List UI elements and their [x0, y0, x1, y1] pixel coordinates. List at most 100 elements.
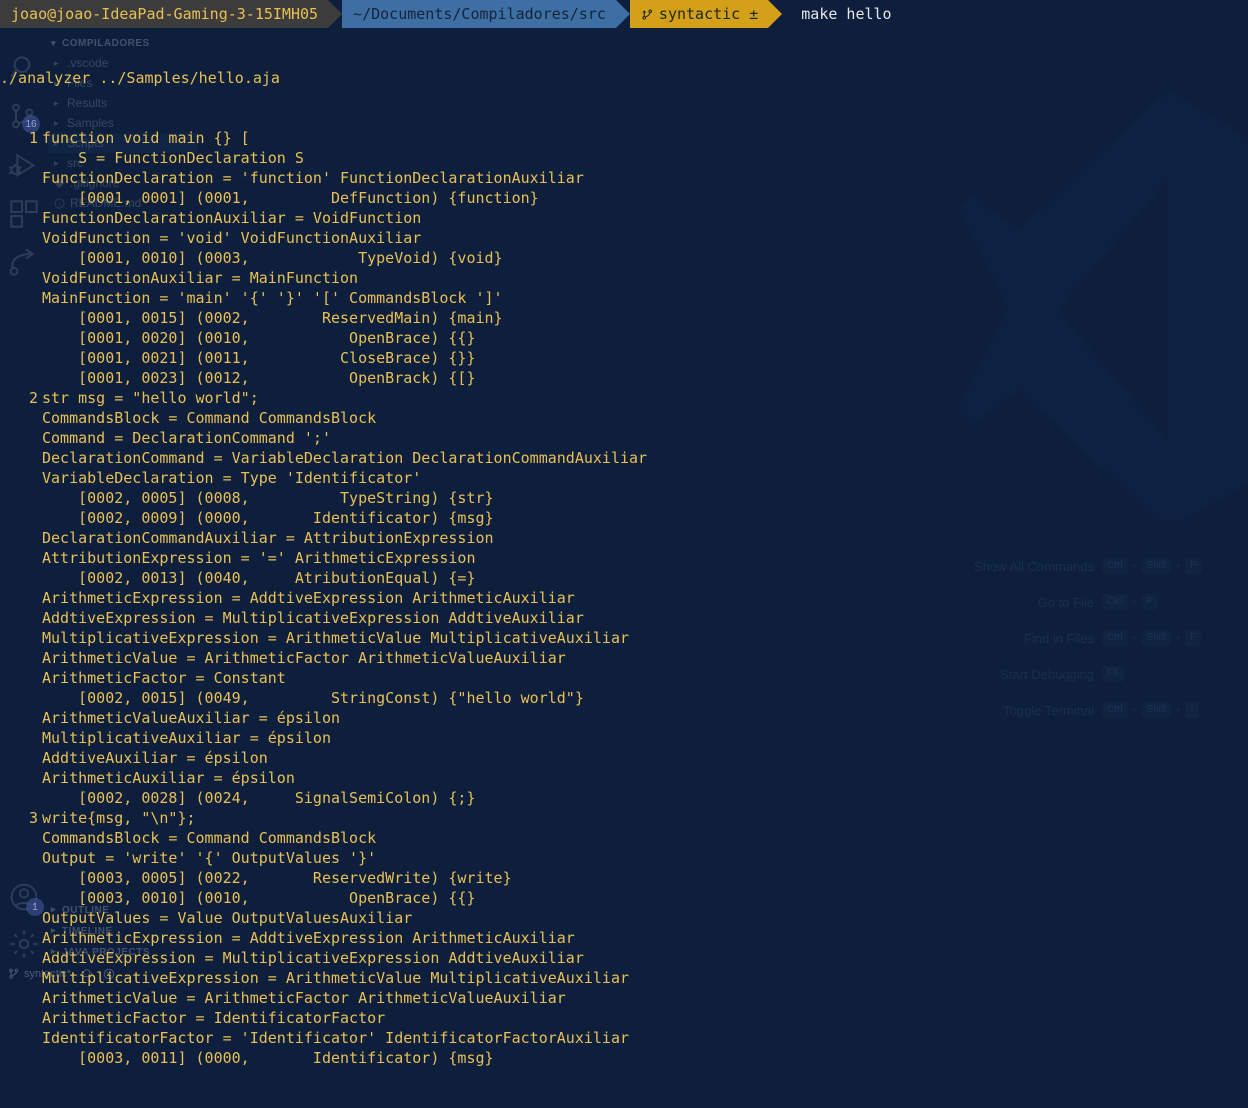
line-text: [0002, 0028] (0024, SignalSemiColon) {;}: [42, 789, 476, 807]
prompt-user-label: joao@joao-IdeaPad-Gaming-3-15IMH05: [11, 5, 319, 23]
prompt-command: make hello: [790, 0, 901, 28]
terminal-line: ArithmeticFactor = Constant: [0, 668, 1248, 688]
terminal-line: Command = DeclarationCommand ';': [0, 428, 1248, 448]
line-text: [0001, 0023] (0012, OpenBrack) {[}: [42, 369, 476, 387]
line-number: [0, 788, 42, 808]
terminal-line: [0001, 0001] (0001, DefFunction) {functi…: [0, 188, 1248, 208]
terminal-line: [0003, 0005] (0022, ReservedWrite) {writ…: [0, 868, 1248, 888]
line-text: function void main {} [: [42, 129, 250, 147]
line-text: AddtiveExpression = MultiplicativeExpres…: [42, 949, 584, 967]
git-branch-icon: [642, 8, 652, 20]
line-text: S = FunctionDeclaration S: [42, 149, 304, 167]
line-number: [0, 768, 42, 788]
terminal-line: ArithmeticValueAuxiliar = épsilon: [0, 708, 1248, 728]
terminal-command-echo: ./analyzer ../Samples/hello.aja: [0, 69, 280, 87]
terminal-line: MultiplicativeAuxiliar = épsilon: [0, 728, 1248, 748]
terminal-line: CommandsBlock = Command CommandsBlock: [0, 408, 1248, 428]
line-text: [0002, 0013] (0040, AtributionEqual) {=}: [42, 569, 476, 587]
line-number: [0, 688, 42, 708]
line-text: str msg = "hello world";: [42, 389, 259, 407]
terminal-line: [0003, 0011] (0000, Identificator) {msg}: [0, 1048, 1248, 1068]
prompt-segment-path: ~/Documents/Compiladores/src: [342, 0, 630, 28]
terminal-line: ArithmeticValue = ArithmeticFactor Arith…: [0, 648, 1248, 668]
terminal-line: [0002, 0005] (0008, TypeString) {str}: [0, 488, 1248, 508]
line-number: [0, 748, 42, 768]
terminal-line: ArithmeticValue = ArithmeticFactor Arith…: [0, 988, 1248, 1008]
line-number: [0, 308, 42, 328]
terminal-line: [0002, 0013] (0040, AtributionEqual) {=}: [0, 568, 1248, 588]
line-text: DeclarationCommand = VariableDeclaration…: [42, 449, 648, 467]
terminal-line: 2 str msg = "hello world";: [0, 388, 1248, 408]
terminal-output-lines: 1 function void main {} [ S = FunctionDec…: [0, 128, 1248, 1068]
terminal-line: ArithmeticExpression = AddtiveExpression…: [0, 588, 1248, 608]
line-number: [0, 508, 42, 528]
line-number: [0, 188, 42, 208]
line-text: VoidFunction = 'void' VoidFunctionAuxili…: [42, 229, 422, 247]
terminal-line: [0001, 0015] (0002, ReservedMain) {main}: [0, 308, 1248, 328]
terminal-line: 3 write{msg, "\n"};: [0, 808, 1248, 828]
line-text: [0001, 0021] (0011, CloseBrace) {}}: [42, 349, 476, 367]
line-number: [0, 248, 42, 268]
line-text: AddtiveExpression = MultiplicativeExpres…: [42, 609, 584, 627]
line-text: [0003, 0010] (0010, OpenBrace) {{}: [42, 889, 476, 907]
terminal-line: ArithmeticFactor = IdentificatorFactor: [0, 1008, 1248, 1028]
line-number: 1: [28, 129, 38, 147]
line-text: MainFunction = 'main' '{' '}' '[' Comman…: [42, 289, 503, 307]
line-text: [0003, 0011] (0000, Identificator) {msg}: [42, 1049, 494, 1067]
line-number: [0, 348, 42, 368]
line-number: [0, 1028, 42, 1048]
line-number: [0, 288, 42, 308]
line-text: ArithmeticAuxiliar = épsilon: [42, 769, 295, 787]
line-number: [0, 488, 42, 508]
line-text: ArithmeticValueAuxiliar = épsilon: [42, 709, 341, 727]
terminal-line: MultiplicativeExpression = ArithmeticVal…: [0, 968, 1248, 988]
line-number: [0, 968, 42, 988]
terminal-line: [0001, 0023] (0012, OpenBrack) {[}: [0, 368, 1248, 388]
line-number: [0, 548, 42, 568]
line-text: [0001, 0015] (0002, ReservedMain) {main}: [42, 309, 503, 327]
line-number: [0, 148, 42, 168]
line-number: [0, 988, 42, 1008]
prompt-command-label: make hello: [801, 5, 892, 23]
prompt-segment-git: syntactic ±: [629, 0, 783, 28]
line-text: DeclarationCommandAuxiliar = Attribution…: [42, 529, 494, 547]
prompt-arrow-user: [328, 0, 343, 28]
terminal-line: Output = 'write' '{' OutputValues '}': [0, 848, 1248, 868]
line-number: 2: [28, 389, 38, 407]
terminal-line: FunctionDeclarationAuxiliar = VoidFuncti…: [0, 208, 1248, 228]
terminal-line: DeclarationCommandAuxiliar = Attribution…: [0, 528, 1248, 548]
terminal-line: [0001, 0010] (0003, TypeVoid) {void}: [0, 248, 1248, 268]
line-text: ArithmeticFactor = IdentificatorFactor: [42, 1009, 386, 1027]
prompt-git-label: syntactic ±: [658, 5, 759, 23]
terminal-line: VoidFunctionAuxiliar = MainFunction: [0, 268, 1248, 288]
terminal-line: S = FunctionDeclaration S: [0, 148, 1248, 168]
line-text: VariableDeclaration = Type 'Identificato…: [42, 469, 422, 487]
prompt-path-label: ~/Documents/Compiladores/src: [353, 5, 606, 23]
line-number: [0, 328, 42, 348]
terminal-line: [0003, 0010] (0010, OpenBrace) {{}: [0, 888, 1248, 908]
terminal-line: MainFunction = 'main' '{' '}' '[' Comman…: [0, 288, 1248, 308]
terminal-line: IdentificatorFactor = 'Identificator' Id…: [0, 1028, 1248, 1048]
line-text: [0002, 0015] (0049, StringConst) {"hello…: [42, 689, 584, 707]
terminal-line: FunctionDeclaration = 'function' Functio…: [0, 168, 1248, 188]
terminal-output: ./analyzer ../Samples/hello.aja 1 functio…: [0, 28, 1248, 1108]
terminal-line: AddtiveExpression = MultiplicativeExpres…: [0, 608, 1248, 628]
prompt-segment-user: joao@joao-IdeaPad-Gaming-3-15IMH05: [0, 0, 343, 28]
terminal-line: AddtiveAuxiliar = épsilon: [0, 748, 1248, 768]
line-number: [0, 568, 42, 588]
line-number: [0, 1048, 42, 1068]
prompt-arrow-path: [615, 0, 630, 28]
line-text: [0001, 0010] (0003, TypeVoid) {void}: [42, 249, 503, 267]
line-text: Command = DeclarationCommand ';': [42, 429, 331, 447]
line-number: [0, 1008, 42, 1028]
line-text: [0003, 0005] (0022, ReservedWrite) {writ…: [42, 869, 512, 887]
line-number: [0, 528, 42, 548]
line-number: [0, 948, 42, 968]
terminal[interactable]: joao@joao-IdeaPad-Gaming-3-15IMH05 ~/Doc…: [0, 0, 1248, 1067]
line-number: [0, 728, 42, 748]
shell-prompt-line: joao@joao-IdeaPad-Gaming-3-15IMH05 ~/Doc…: [0, 0, 1248, 28]
line-text: AddtiveAuxiliar = épsilon: [42, 749, 268, 767]
line-number: [0, 868, 42, 888]
line-text: OutputValues = Value OutputValuesAuxilia…: [42, 909, 413, 927]
line-number: [0, 408, 42, 428]
